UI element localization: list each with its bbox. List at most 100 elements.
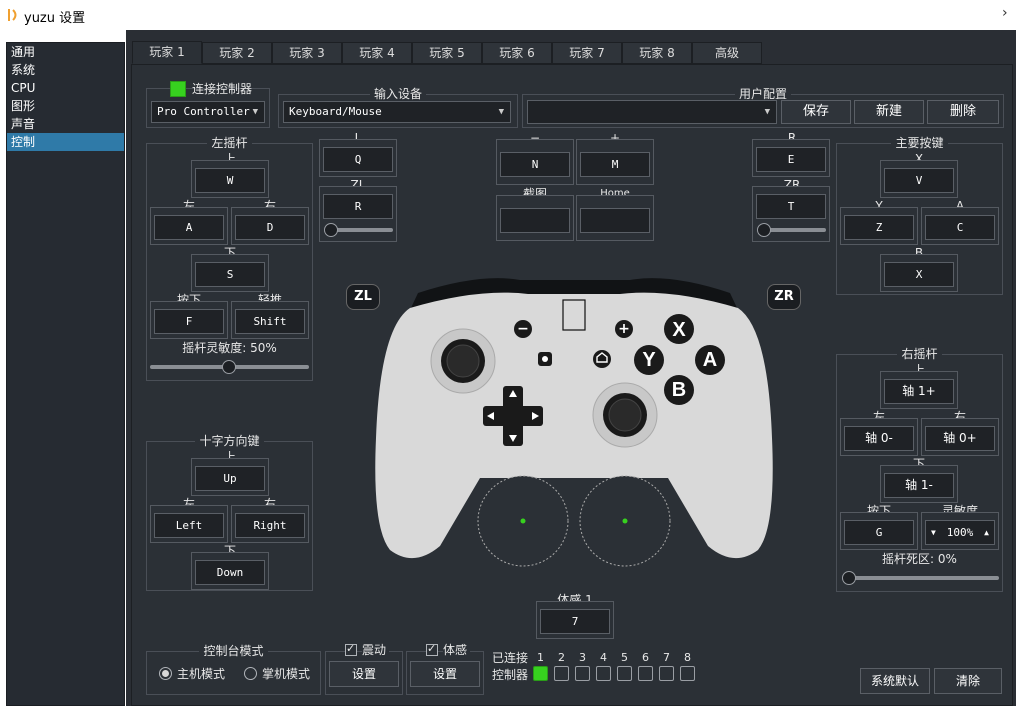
face-a-button[interactable]: C: [925, 215, 995, 240]
dpad-left-button[interactable]: Left: [154, 513, 224, 538]
motion-settings-button[interactable]: 设置: [410, 661, 480, 687]
right-stick-up-button[interactable]: 轴 1+: [884, 379, 954, 404]
right-stick-sensitivity-spinbox[interactable]: ▼ 100% ▲: [925, 520, 995, 545]
connected-number: 2: [558, 651, 565, 664]
sidebar-item-audio[interactable]: 声音: [7, 115, 124, 133]
connect-label: 连接控制器: [192, 82, 253, 96]
check-icon: ✓: [346, 642, 356, 655]
player-indicator-7[interactable]: [659, 666, 674, 681]
sidebar-item-general[interactable]: 通用: [7, 43, 124, 61]
minus-button[interactable]: N: [500, 152, 570, 177]
zr-button[interactable]: T: [756, 194, 826, 219]
left-stick-press-button[interactable]: F: [154, 309, 224, 334]
dpad-down-button[interactable]: Down: [195, 560, 265, 585]
connected-label: 已连接: [492, 651, 529, 665]
left-stick-sensitivity-handle[interactable]: [222, 360, 236, 374]
player-indicator-3[interactable]: [575, 666, 590, 681]
motion-button[interactable]: 7: [540, 609, 610, 634]
right-stick-sensitivity-value: 100%: [946, 526, 974, 539]
capture-button[interactable]: [500, 208, 570, 233]
chevron-down-icon[interactable]: ▼: [931, 521, 936, 544]
plus-button[interactable]: M: [580, 152, 650, 177]
face-x-button[interactable]: V: [884, 168, 954, 193]
connected-number: 6: [642, 651, 649, 664]
tab-player-3[interactable]: 玩家 3: [272, 42, 342, 64]
player-indicator-2[interactable]: [554, 666, 569, 681]
chevron-down-icon: ▼: [764, 107, 770, 117]
zr-range-handle[interactable]: [757, 223, 771, 237]
delete-profile-button[interactable]: 删除: [927, 100, 999, 124]
vibration-checkbox[interactable]: ✓: [345, 642, 357, 656]
handheld-radio[interactable]: [244, 667, 257, 680]
docked-radio[interactable]: [159, 667, 172, 680]
save-profile-button[interactable]: 保存: [781, 100, 851, 124]
handheld-label: 掌机模式: [262, 667, 311, 681]
sidebar-item-system[interactable]: 系统: [7, 61, 124, 79]
close-icon[interactable]: ›: [1002, 5, 1008, 21]
controller-illustration: [375, 278, 773, 567]
tab-advanced[interactable]: 高级: [692, 42, 762, 64]
player-indicator-6[interactable]: [638, 666, 653, 681]
left-stick-up-button[interactable]: W: [195, 168, 265, 193]
l-button[interactable]: Q: [323, 147, 393, 172]
dpad-right-button[interactable]: Right: [235, 513, 305, 538]
left-stick-title: 左摇杆: [207, 136, 252, 150]
right-stick-deadzone-slider[interactable]: [842, 576, 999, 580]
connected-number: 1: [537, 651, 544, 664]
yuzu-logo-icon: [8, 9, 17, 21]
controller-label: 控制器: [492, 668, 529, 682]
left-stick-right-button[interactable]: D: [235, 215, 305, 240]
sidebar-item-controls[interactable]: 控制: [7, 133, 124, 151]
connected-number: 5: [621, 651, 628, 664]
r-button[interactable]: E: [756, 147, 826, 172]
player-indicator-1[interactable]: [533, 666, 548, 681]
player-indicator-4[interactable]: [596, 666, 611, 681]
input-device-select[interactable]: Keyboard/Mouse ▼: [283, 101, 511, 123]
profile-select[interactable]: ▼: [527, 100, 777, 124]
tab-player-1[interactable]: 玩家 1: [132, 41, 202, 64]
settings-sidebar: 通用 系统 CPU 图形 声音 控制: [6, 42, 125, 706]
dpad-up-button[interactable]: Up: [195, 466, 265, 491]
new-profile-button[interactable]: 新建: [854, 100, 924, 124]
tab-player-7[interactable]: 玩家 7: [552, 42, 622, 64]
right-stick-deadzone-handle[interactable]: [842, 571, 856, 585]
right-stick-title: 右摇杆: [897, 347, 942, 361]
tab-player-4[interactable]: 玩家 4: [342, 42, 412, 64]
tab-player-8[interactable]: 玩家 8: [622, 42, 692, 64]
right-stick-down-button[interactable]: 轴 1-: [884, 473, 954, 498]
right-stick-left-button[interactable]: 轴 0-: [844, 426, 914, 451]
window-title: yuzu 设置: [24, 11, 86, 26]
title-bar: yuzu 设置 ›: [0, 0, 1016, 30]
sidebar-item-graphics[interactable]: 图形: [7, 97, 124, 115]
face-b-button[interactable]: X: [884, 262, 954, 287]
clear-button[interactable]: 清除: [934, 668, 1002, 694]
zl-range-handle[interactable]: [324, 223, 338, 237]
left-stick-modifier-button[interactable]: Shift: [235, 309, 305, 334]
x-glyph: X: [672, 319, 686, 341]
connected-number: 4: [600, 651, 607, 664]
vibration-settings-button[interactable]: 设置: [329, 661, 399, 687]
check-icon: ✓: [427, 642, 437, 655]
motion-checkbox[interactable]: ✓: [426, 642, 438, 656]
connect-checkbox[interactable]: [170, 81, 186, 97]
left-stick-left-button[interactable]: A: [154, 215, 224, 240]
tab-player-2[interactable]: 玩家 2: [202, 42, 272, 64]
sidebar-item-cpu[interactable]: CPU: [7, 79, 124, 97]
controller-type-select[interactable]: Pro Controller ▼: [151, 101, 265, 123]
face-y-button[interactable]: Z: [844, 215, 914, 240]
tab-player-6[interactable]: 玩家 6: [482, 42, 552, 64]
tab-player-5[interactable]: 玩家 5: [412, 42, 482, 64]
console-mode-title: 控制台模式: [199, 644, 268, 658]
chevron-down-icon: ▼: [252, 107, 258, 117]
left-stick-down-button[interactable]: S: [195, 262, 265, 287]
restore-defaults-button[interactable]: 系统默认: [860, 668, 930, 694]
zl-button[interactable]: R: [323, 194, 393, 219]
right-stick-right-button[interactable]: 轴 0+: [925, 426, 995, 451]
plus-glyph: +: [618, 321, 630, 337]
player-indicator-5[interactable]: [617, 666, 632, 681]
right-stick-press-button[interactable]: G: [844, 520, 914, 545]
chevron-up-icon[interactable]: ▲: [984, 521, 989, 544]
home-button[interactable]: [580, 208, 650, 233]
face-buttons-title: 主要按键: [891, 136, 948, 150]
player-indicator-8[interactable]: [680, 666, 695, 681]
